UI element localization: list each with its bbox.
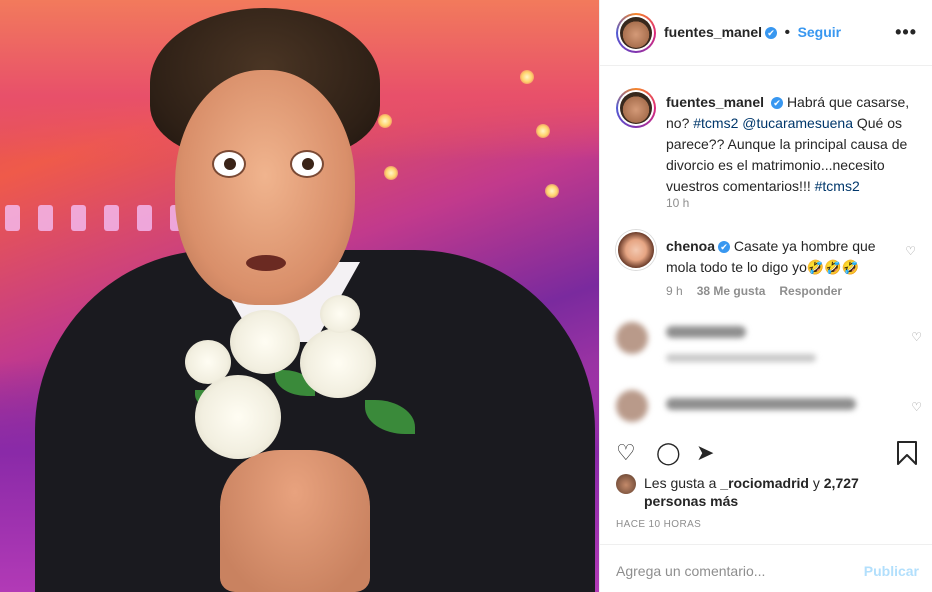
like-icon[interactable]: ♡	[616, 440, 636, 466]
comment-item-blurred	[616, 318, 926, 378]
author-avatar[interactable]	[616, 13, 656, 53]
reply-button[interactable]: Responder	[779, 284, 842, 298]
comment-like-icon[interactable]: ♡	[905, 244, 916, 258]
eye-left	[212, 150, 246, 178]
bouquet	[175, 290, 425, 470]
stage-light	[378, 114, 392, 128]
verified-icon: ✔	[718, 241, 731, 254]
comment-text: chenoa ✔ Casate ya hombre que mola todo t…	[666, 236, 906, 278]
more-options-icon[interactable]: •••	[895, 22, 917, 43]
liker-avatar[interactable]	[616, 474, 636, 494]
stage-light	[384, 166, 398, 180]
hashtag-link[interactable]: #tcms2	[815, 178, 860, 194]
likes-joiner: y	[812, 475, 820, 491]
likes-prefix: Les gusta a	[644, 475, 717, 491]
stage-light	[545, 184, 559, 198]
hashtag-link[interactable]: #tcms2	[693, 115, 738, 131]
comment-time[interactable]: 9 h	[666, 284, 683, 298]
liker-username[interactable]: _rociomadrid	[720, 475, 809, 491]
mention-link[interactable]: @tucaramesuena	[742, 115, 853, 131]
share-icon[interactable]: ➤	[696, 440, 714, 466]
comment-item-blurred	[616, 390, 926, 426]
comment-likes[interactable]: 38 Me gusta	[697, 284, 766, 298]
post-age[interactable]: HACE 10 HORAS	[616, 519, 701, 530]
caption-text: fuentes_manel ✔ Habrá que casarse, no? #t…	[666, 92, 922, 197]
bookmark-icon[interactable]	[896, 440, 918, 466]
eye-right	[290, 150, 324, 178]
comment-input[interactable]: Agrega un comentario...	[616, 563, 765, 579]
comment-icon[interactable]: ◯	[656, 440, 681, 466]
follow-button[interactable]: Seguir	[798, 24, 842, 40]
caption-avatar[interactable]	[616, 88, 656, 128]
hands	[220, 450, 370, 592]
mouth	[246, 255, 286, 271]
commenter-avatar[interactable]	[616, 230, 656, 270]
add-comment-bar: Agrega un comentario... Publicar	[600, 544, 932, 592]
comment-meta: 9 h 38 Me gusta Responder	[666, 284, 842, 298]
verified-icon: ✔	[771, 97, 784, 110]
caption-username[interactable]: fuentes_manel	[666, 94, 764, 110]
publish-button[interactable]: Publicar	[864, 563, 919, 579]
post-photo[interactable]	[0, 0, 599, 592]
comment-like-icon[interactable]: ♡	[911, 330, 922, 344]
author-line: fuentes_manel ✔ • Seguir	[664, 24, 841, 42]
caption-time[interactable]: 10 h	[666, 196, 689, 210]
post-side-panel: fuentes_manel ✔ • Seguir ••• fuentes_mane…	[599, 0, 932, 592]
commenter-username[interactable]: chenoa	[666, 238, 715, 254]
author-username[interactable]: fuentes_manel	[664, 24, 762, 40]
post-header: fuentes_manel ✔ • Seguir •••	[600, 0, 932, 66]
action-bar: ♡ ◯ ➤	[600, 430, 932, 470]
stage-lights-panel	[5, 205, 185, 241]
separator-dot: •	[784, 24, 791, 41]
comment-like-icon[interactable]: ♡	[911, 400, 922, 414]
verified-icon: ✔	[765, 26, 778, 39]
stage-light	[520, 70, 534, 84]
stage-light	[536, 124, 550, 138]
